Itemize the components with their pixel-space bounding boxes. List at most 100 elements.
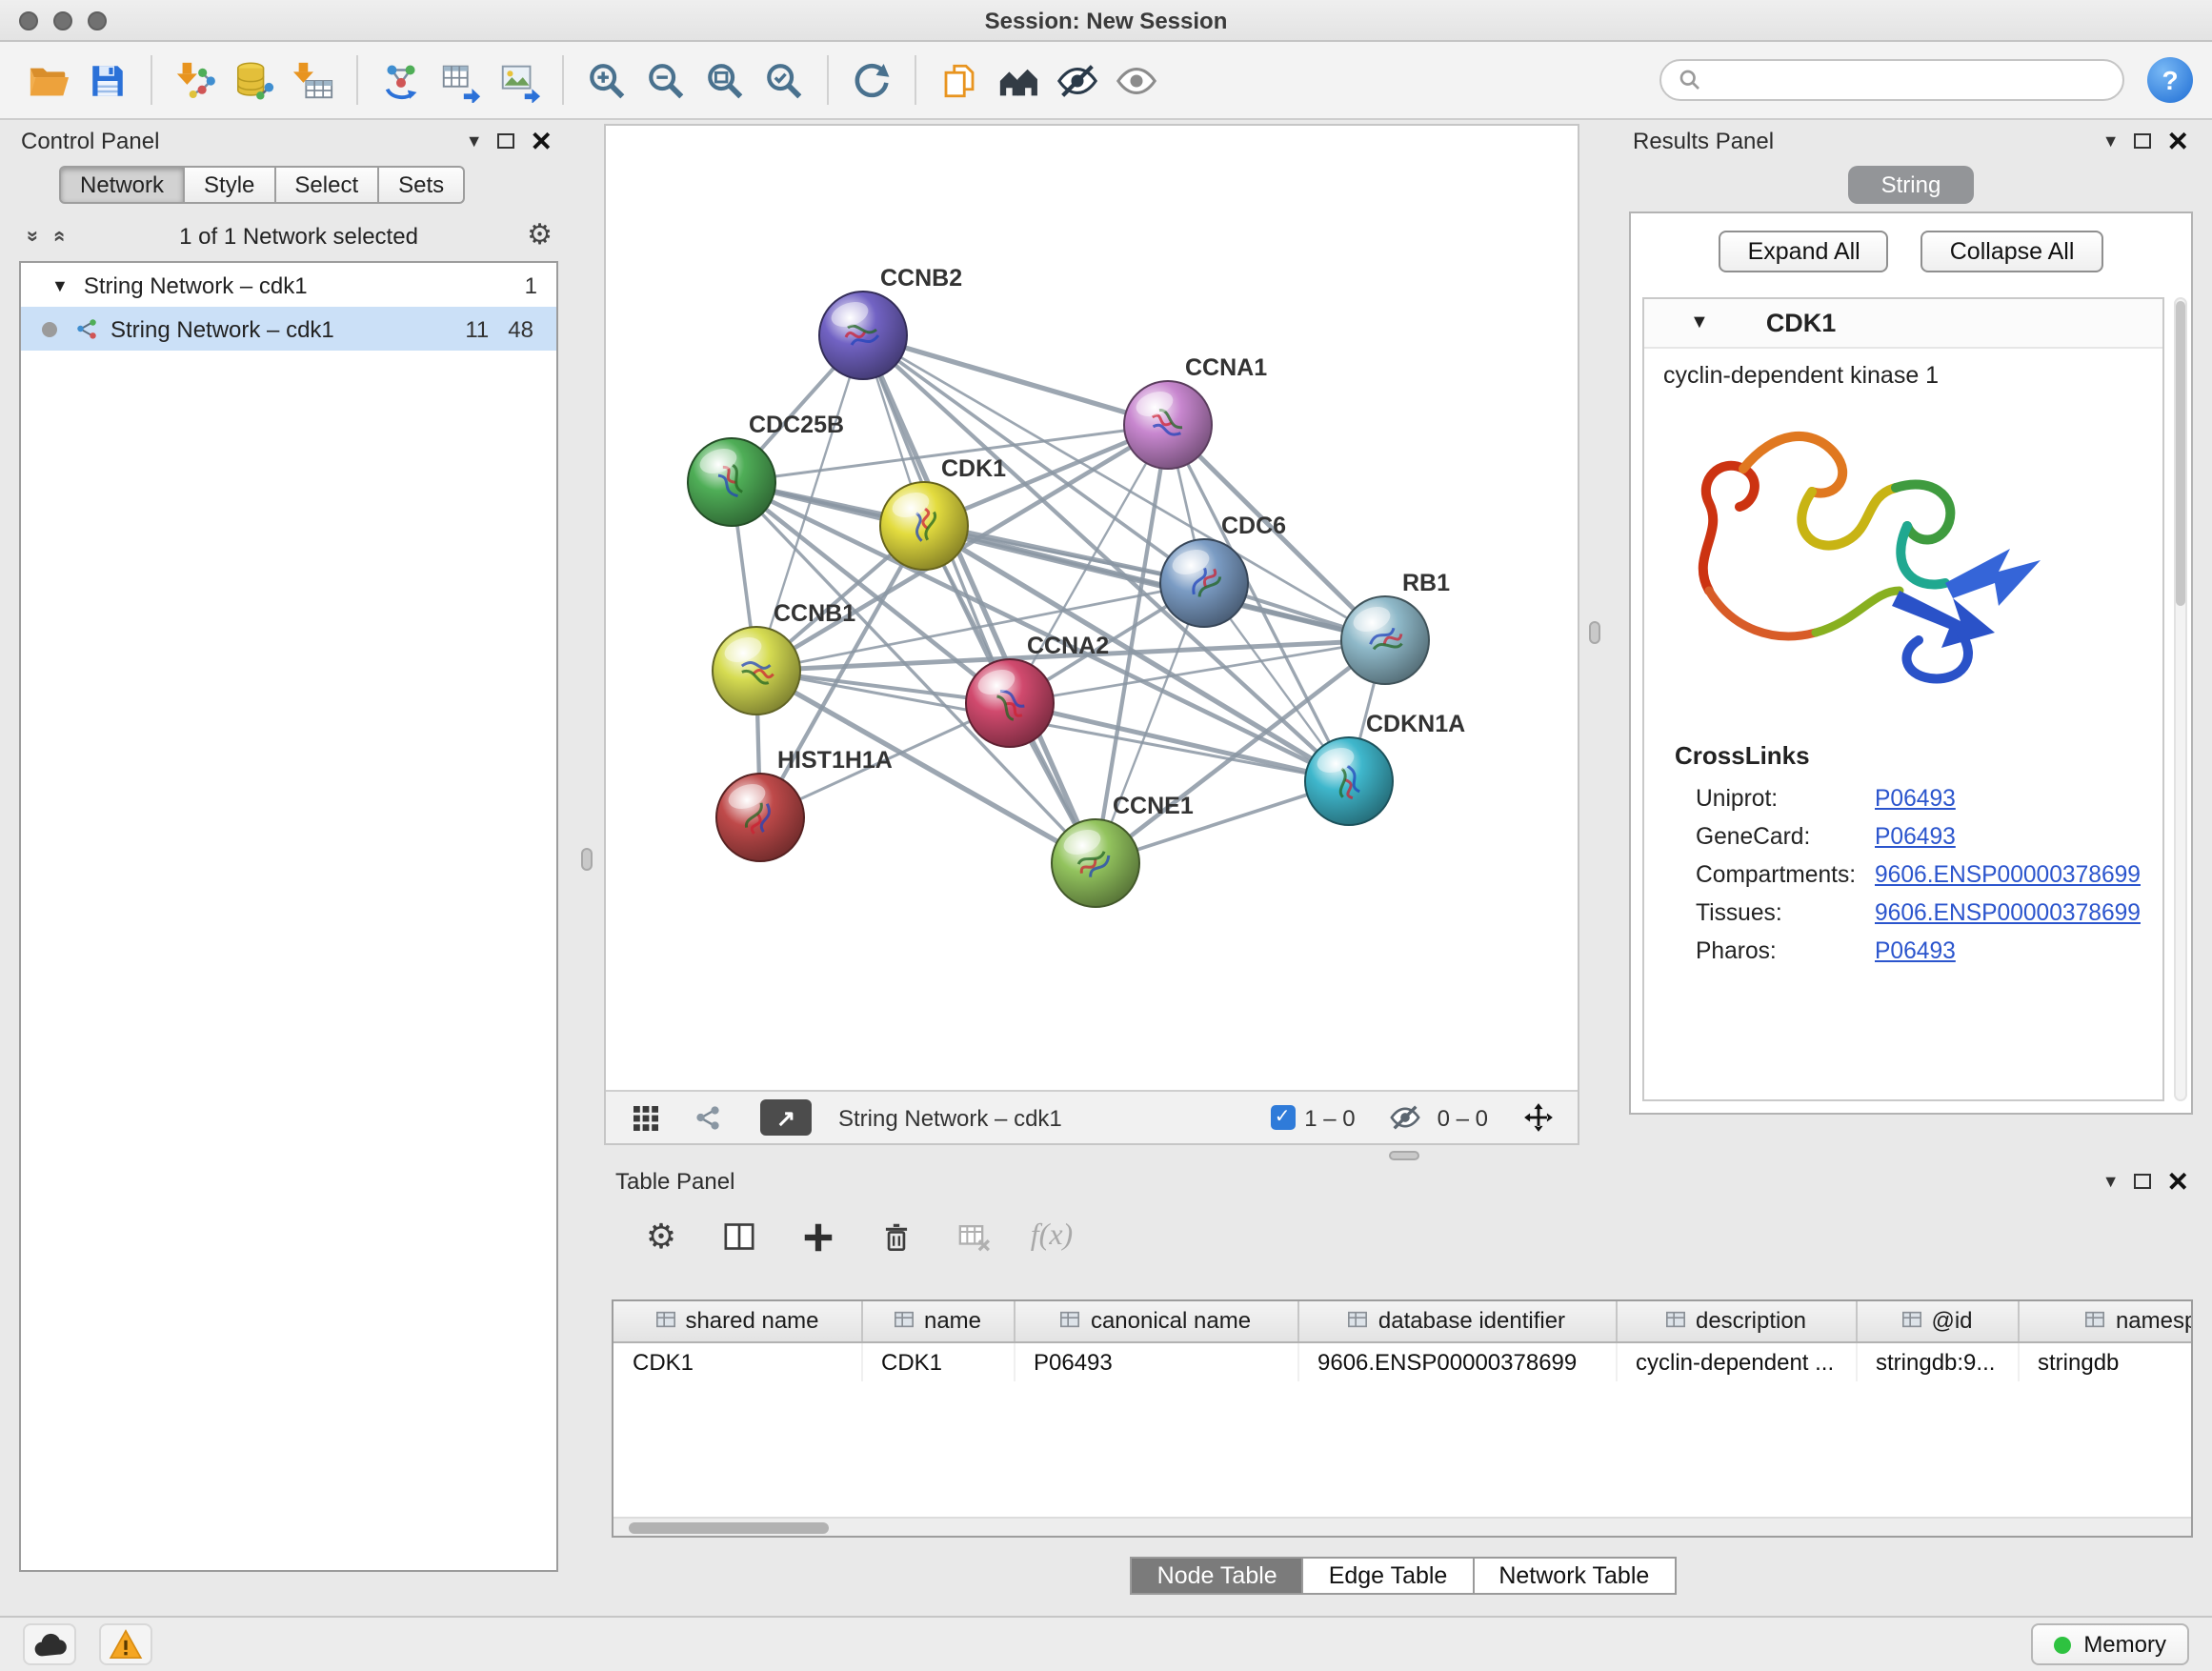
column-header-id[interactable]: @id: [1856, 1301, 2018, 1341]
network-node-CCNB1[interactable]: CCNB1: [713, 600, 855, 715]
refresh-button[interactable]: [842, 50, 901, 110]
open-session-button[interactable]: [19, 50, 78, 110]
collapse-all-button[interactable]: Collapse All: [1921, 231, 2103, 272]
cell-shared-name[interactable]: CDK1: [613, 1341, 861, 1381]
memory-button[interactable]: Memory: [2030, 1623, 2189, 1665]
collapse-panel-icon[interactable]: ▼: [2102, 1173, 2120, 1190]
tab-node-table[interactable]: Node Table: [1131, 1557, 1304, 1595]
expand-all-tree-icon[interactable]: »: [21, 224, 44, 247]
pan-mode-button[interactable]: [1515, 1097, 1560, 1138]
network-node-CCNA1[interactable]: CCNA1: [1124, 354, 1267, 469]
scrollbar-thumb[interactable]: [629, 1521, 829, 1533]
splitter-handle[interactable]: [1589, 621, 1600, 644]
network-row-selected[interactable]: String Network – cdk1 11 48: [21, 307, 556, 351]
table-settings-button[interactable]: ⚙: [638, 1214, 684, 1259]
float-panel-icon[interactable]: [2135, 1174, 2152, 1189]
network-node-HIST1H1A[interactable]: HIST1H1A: [716, 747, 893, 861]
show-columns-button[interactable]: [716, 1214, 762, 1259]
expand-all-button[interactable]: Expand All: [1719, 231, 1889, 272]
network-edge[interactable]: [863, 335, 1168, 425]
zoom-selected-button[interactable]: [754, 50, 814, 110]
cell-id[interactable]: stringdb:9...: [1856, 1341, 2018, 1381]
hidden-items-button[interactable]: [1382, 1097, 1428, 1138]
tab-sets[interactable]: Sets: [377, 166, 465, 204]
selected-checkbox-icon[interactable]: ✓: [1270, 1105, 1295, 1130]
cell-name[interactable]: CDK1: [861, 1341, 1014, 1381]
help-button[interactable]: ?: [2147, 57, 2193, 103]
crosslink-value[interactable]: P06493: [1875, 785, 1956, 812]
delete-column-button[interactable]: [873, 1214, 918, 1259]
network-node-CDK1[interactable]: CDK1: [880, 455, 1006, 570]
splitter-handle[interactable]: [1389, 1151, 1419, 1160]
zoom-in-button[interactable]: [577, 50, 636, 110]
cell-description[interactable]: cyclin-dependent ...: [1616, 1341, 1856, 1381]
tab-edge-table[interactable]: Edge Table: [1302, 1557, 1475, 1595]
column-header-canonical-name[interactable]: canonical name: [1014, 1301, 1297, 1341]
close-panel-icon[interactable]: ✕: [2167, 128, 2189, 154]
first-neighbors-button[interactable]: [989, 50, 1048, 110]
table-row[interactable]: CDK1 CDK1 P06493 9606.ENSP00000378699 cy…: [613, 1341, 2193, 1381]
table-horizontal-scrollbar[interactable]: [613, 1517, 2191, 1536]
show-all-button[interactable]: [1107, 50, 1166, 110]
crosslink-value[interactable]: 9606.ENSP00000378699: [1875, 899, 2141, 926]
cell-canonical-name[interactable]: P06493: [1014, 1341, 1297, 1381]
column-header-database-identifier[interactable]: database identifier: [1297, 1301, 1616, 1341]
import-network-database-button[interactable]: [225, 50, 284, 110]
hide-selected-button[interactable]: [1048, 50, 1107, 110]
zoom-fit-button[interactable]: [695, 50, 754, 110]
results-scrollbar[interactable]: [2174, 297, 2187, 1101]
tab-select[interactable]: Select: [273, 166, 379, 204]
function-builder-button[interactable]: f(x): [1029, 1214, 1075, 1259]
collapse-arrow-icon[interactable]: ▼: [51, 275, 69, 294]
collapse-all-tree-icon[interactable]: »: [48, 224, 70, 247]
network-node-CDKN1A[interactable]: CDKN1A: [1305, 711, 1465, 825]
close-window-button[interactable]: [19, 11, 38, 30]
network-edge[interactable]: [1010, 703, 1349, 781]
cell-namespace[interactable]: stringdb: [2018, 1341, 2193, 1381]
column-header-name[interactable]: name: [861, 1301, 1014, 1341]
splitter-handle[interactable]: [581, 848, 593, 871]
zoom-out-button[interactable]: [636, 50, 695, 110]
network-edge[interactable]: [863, 335, 1096, 863]
network-overview-button[interactable]: [684, 1097, 730, 1138]
import-table-button[interactable]: [284, 50, 343, 110]
tab-network[interactable]: Network: [59, 166, 185, 204]
tab-style[interactable]: Style: [183, 166, 275, 204]
collapse-panel-icon[interactable]: ▼: [2102, 132, 2120, 150]
column-header-description[interactable]: description: [1616, 1301, 1856, 1341]
maximize-window-button[interactable]: [88, 11, 107, 30]
add-column-button[interactable]: [794, 1214, 840, 1259]
cell-database-identifier[interactable]: 9606.ENSP00000378699: [1297, 1341, 1616, 1381]
export-table-button[interactable]: [431, 50, 490, 110]
tab-string[interactable]: String: [1849, 166, 1974, 204]
column-header-namespace[interactable]: namespace: [2018, 1301, 2193, 1341]
network-canvas[interactable]: CCNB2CCNA1CDC25BCDK1CDC6RB1CCNB1CCNA2CDK…: [606, 126, 1578, 1090]
float-panel-icon[interactable]: [2135, 133, 2152, 149]
cloud-button[interactable]: [23, 1623, 76, 1665]
warnings-button[interactable]: [99, 1623, 152, 1665]
copy-button[interactable]: [930, 50, 989, 110]
delete-table-button[interactable]: [951, 1214, 996, 1259]
tab-network-table[interactable]: Network Table: [1472, 1557, 1676, 1595]
open-in-window-button[interactable]: ↗: [760, 1099, 812, 1136]
network-node-CCNB2[interactable]: CCNB2: [819, 265, 962, 379]
search-input[interactable]: [1711, 69, 2105, 91]
close-panel-icon[interactable]: ✕: [531, 128, 553, 154]
minimize-window-button[interactable]: [53, 11, 72, 30]
crosslink-value[interactable]: 9606.ENSP00000378699: [1875, 861, 2141, 888]
float-panel-icon[interactable]: [498, 133, 515, 149]
collapse-arrow-icon[interactable]: ▼: [1690, 312, 1709, 333]
collapse-panel-icon[interactable]: ▼: [466, 132, 483, 150]
crosslink-value[interactable]: P06493: [1875, 937, 1956, 964]
close-panel-icon[interactable]: ✕: [2167, 1168, 2189, 1195]
export-image-button[interactable]: [490, 50, 549, 110]
save-session-button[interactable]: [78, 50, 137, 110]
import-network-file-button[interactable]: [166, 50, 225, 110]
network-options-gear-icon[interactable]: ⚙: [527, 221, 553, 250]
crosslink-value[interactable]: P06493: [1875, 823, 1956, 850]
grid-view-button[interactable]: [623, 1097, 669, 1138]
new-network-from-selection-button[interactable]: [372, 50, 431, 110]
network-collection-row[interactable]: ▼ String Network – cdk1 1: [21, 263, 556, 307]
network-node-RB1[interactable]: RB1: [1341, 570, 1450, 684]
node-section-header[interactable]: ▼ CDK1: [1644, 299, 2162, 349]
